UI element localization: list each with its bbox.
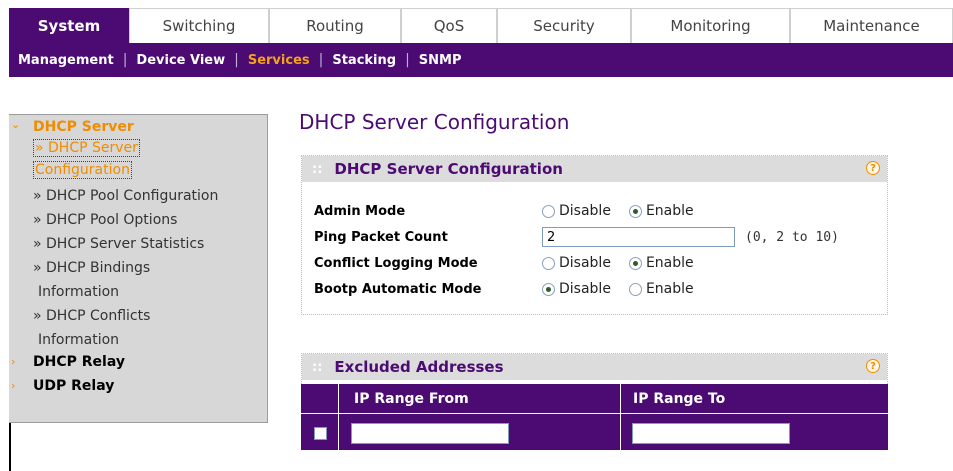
radio-selected-icon: [542, 282, 555, 296]
subnav-device-view[interactable]: Device View: [127, 53, 234, 68]
radio-selected-icon: [628, 256, 642, 270]
sidebar-item-dhcp-conflicts[interactable]: » DHCP Conflicts: [33, 305, 150, 327]
ping-packet-hint: (0, 2 to 10): [745, 229, 839, 245]
table-divider: [620, 384, 621, 450]
sidebar-item-dhcp-bindings-cont[interactable]: Information: [38, 281, 119, 303]
radio-icon: [542, 256, 555, 270]
excluded-addresses-panel: :: Excluded Addresses ?: [301, 353, 888, 384]
sidebar-item-label: » DHCP Server: [33, 139, 140, 157]
radio-icon: [542, 204, 555, 218]
table-divider: [338, 384, 339, 450]
radio-icon: [628, 282, 642, 296]
panel-header: :: Excluded Addresses ?: [302, 354, 887, 380]
sidebar-item-dhcp-pool-options[interactable]: » DHCP Pool Options: [33, 209, 177, 231]
help-icon[interactable]: ?: [866, 161, 880, 175]
conflict-logging-disable-radio[interactable]: Disable: [542, 255, 611, 271]
grip-icon: ::: [312, 161, 323, 177]
conflict-logging-row: Conflict Logging Mode Disable Enable: [314, 252, 712, 274]
conflict-logging-enable-radio[interactable]: Enable: [628, 255, 694, 271]
subnav-management[interactable]: Management: [9, 53, 123, 68]
dhcp-config-panel: :: DHCP Server Configuration ? Admin Mod…: [301, 155, 888, 315]
sidebar-item-dhcp-server-statistics[interactable]: » DHCP Server Statistics: [33, 233, 204, 255]
sidebar-item-dhcp-bindings[interactable]: » DHCP Bindings: [33, 257, 150, 279]
admin-mode-row: Admin Mode Disable Enable: [314, 200, 712, 222]
sidebar-udp-relay[interactable]: UDP Relay: [33, 375, 114, 397]
panel-title: DHCP Server Configuration: [334, 160, 563, 178]
radio-label: Disable: [559, 255, 611, 271]
help-icon[interactable]: ?: [866, 359, 880, 373]
radio-selected-icon: [628, 204, 642, 218]
grip-icon: ::: [312, 359, 323, 375]
page-title: DHCP Server Configuration: [299, 110, 570, 134]
bootp-row: Bootp Automatic Mode Disable Enable: [314, 278, 712, 300]
ping-packet-row: Ping Packet Count 2 (0, 2 to 10): [314, 226, 839, 248]
sidebar-item-dhcp-conflicts-cont[interactable]: Information: [38, 329, 119, 351]
sidebar-item-dhcp-pool-config[interactable]: » DHCP Pool Configuration: [33, 185, 218, 207]
ping-packet-count-input[interactable]: 2: [542, 227, 735, 247]
row-select-checkbox[interactable]: [314, 427, 327, 440]
column-header-ip-range-to: IP Range To: [633, 391, 726, 407]
subnav-stacking[interactable]: Stacking: [323, 53, 405, 68]
tab-maintenance[interactable]: Maintenance: [790, 8, 953, 43]
conflict-logging-label: Conflict Logging Mode: [314, 255, 478, 271]
bootp-enable-radio[interactable]: Enable: [628, 281, 694, 297]
ip-range-from-input[interactable]: [351, 423, 509, 444]
excluded-addresses-table: IP Range From IP Range To: [301, 384, 888, 450]
column-header-ip-range-from: IP Range From: [354, 391, 469, 407]
panel-title: Excluded Addresses: [334, 358, 504, 376]
sidebar: ⌄ DHCP Server » DHCP Server Configuratio…: [9, 114, 268, 423]
ip-range-to-input[interactable]: [632, 423, 790, 444]
ping-packet-label: Ping Packet Count: [314, 229, 448, 245]
chevron-right-icon: ›: [11, 355, 16, 368]
tab-routing[interactable]: Routing: [269, 8, 401, 43]
sidebar-dhcp-relay[interactable]: DHCP Relay: [33, 351, 125, 373]
tab-system[interactable]: System: [9, 8, 129, 43]
chevron-down-icon: ⌄: [11, 118, 21, 131]
radio-label: Disable: [559, 281, 611, 297]
admin-mode-disable-radio[interactable]: Disable: [542, 203, 611, 219]
bootp-disable-radio[interactable]: Disable: [542, 281, 611, 297]
subnav-snmp[interactable]: SNMP: [410, 53, 471, 68]
sidebar-dhcp-server[interactable]: DHCP Server: [33, 116, 134, 138]
admin-mode-enable-radio[interactable]: Enable: [628, 203, 694, 219]
admin-mode-label: Admin Mode: [314, 203, 406, 219]
tab-security[interactable]: Security: [497, 8, 631, 43]
tab-switching[interactable]: Switching: [129, 8, 269, 43]
sidebar-item-dhcp-server-config-cont[interactable]: Configuration: [33, 159, 132, 181]
top-tab-bar: System Switching Routing QoS Security Mo…: [0, 0, 953, 43]
sidebar-item-dhcp-server-config[interactable]: » DHCP Server: [33, 137, 140, 159]
bootp-label: Bootp Automatic Mode: [314, 281, 482, 297]
table-divider: [301, 413, 888, 414]
subnav-services[interactable]: Services: [239, 53, 319, 68]
sub-nav-bar: Management | Device View | Services | St…: [9, 43, 953, 77]
panel-header: :: DHCP Server Configuration ?: [302, 156, 887, 182]
tab-monitoring[interactable]: Monitoring: [631, 8, 790, 43]
sidebar-item-label: Configuration: [33, 161, 132, 179]
radio-label: Enable: [645, 255, 694, 271]
radio-label: Enable: [645, 281, 694, 297]
radio-label: Disable: [559, 203, 611, 219]
tab-qos[interactable]: QoS: [401, 8, 497, 43]
chevron-right-icon: ›: [11, 379, 16, 392]
radio-label: Enable: [645, 203, 694, 219]
